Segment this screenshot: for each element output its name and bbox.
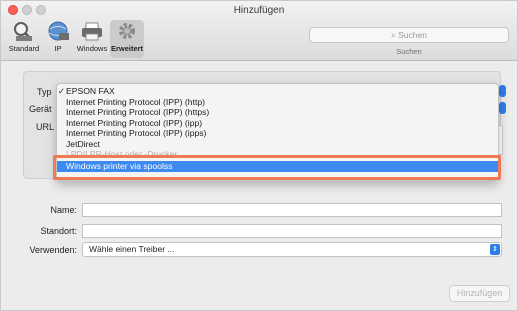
url-label: URL <box>36 122 55 132</box>
gear-icon <box>119 23 135 39</box>
magnifier-printer-icon <box>14 22 32 41</box>
location-field[interactable] <box>82 224 502 238</box>
url-field[interactable] <box>499 125 503 155</box>
driver-select-value: Wähle einen Treiber ... <box>89 244 175 254</box>
windows-printer-icon <box>82 22 102 41</box>
toolbar-advanced-label: Erweitert <box>110 44 144 53</box>
device-label: Gerät <box>29 104 52 114</box>
window-title: Hinzufügen <box>233 5 285 16</box>
toolbar-standard-button[interactable]: Standard <box>5 20 43 58</box>
search-caption: Suchen <box>396 47 422 56</box>
toolbar: Hinzufügen Standard IP Windows Erweitert… <box>1 1 517 61</box>
toolbar-windows-button[interactable]: Windows <box>75 20 109 58</box>
name-field[interactable] <box>82 203 502 217</box>
search-placeholder: Suchen <box>398 30 427 40</box>
type-label: Typ <box>37 87 52 97</box>
toolbar-advanced-button[interactable]: Erweitert <box>110 20 144 58</box>
menu-item-label: EPSON FAX <box>66 86 115 96</box>
toolbar-standard-label: Standard <box>8 44 40 53</box>
menu-item-ipp-http[interactable]: Internet Printing Protocol (IPP) (http) <box>57 97 498 108</box>
menu-item-ipp-https[interactable]: Internet Printing Protocol (IPP) (https) <box>57 107 498 118</box>
select-arrows-icon: ⇕ <box>490 244 500 255</box>
menu-item-jetdirect[interactable]: JetDirect <box>57 139 498 150</box>
menu-item-ipp-ipp[interactable]: Internet Printing Protocol (IPP) (ipp) <box>57 118 498 129</box>
checkmark-icon: ✓ <box>57 86 66 96</box>
menu-item-epson-fax[interactable]: ✓EPSON FAX <box>57 86 498 97</box>
type-popup-arrows[interactable] <box>499 85 506 97</box>
use-label: Verwenden: <box>29 245 77 255</box>
driver-select[interactable]: Wähle einen Treiber ... ⇕ <box>82 242 502 257</box>
add-printer-window: Hinzufügen Standard IP Windows Erweitert… <box>0 0 518 311</box>
add-button[interactable]: Hinzufügen <box>449 285 510 302</box>
toolbar-ip-button[interactable]: IP <box>45 20 71 58</box>
globe-icon <box>48 21 69 41</box>
search-field[interactable]: ⌕ Suchen <box>309 27 509 43</box>
highlight-frame <box>53 155 501 180</box>
name-label: Name: <box>50 205 77 215</box>
toolbar-ip-label: IP <box>54 44 62 53</box>
toolbar-windows-label: Windows <box>76 44 108 53</box>
menu-item-ipp-ipps[interactable]: Internet Printing Protocol (IPP) (ipps) <box>57 128 498 139</box>
location-label: Standort: <box>40 226 77 236</box>
device-popup-arrows[interactable] <box>499 102 506 114</box>
